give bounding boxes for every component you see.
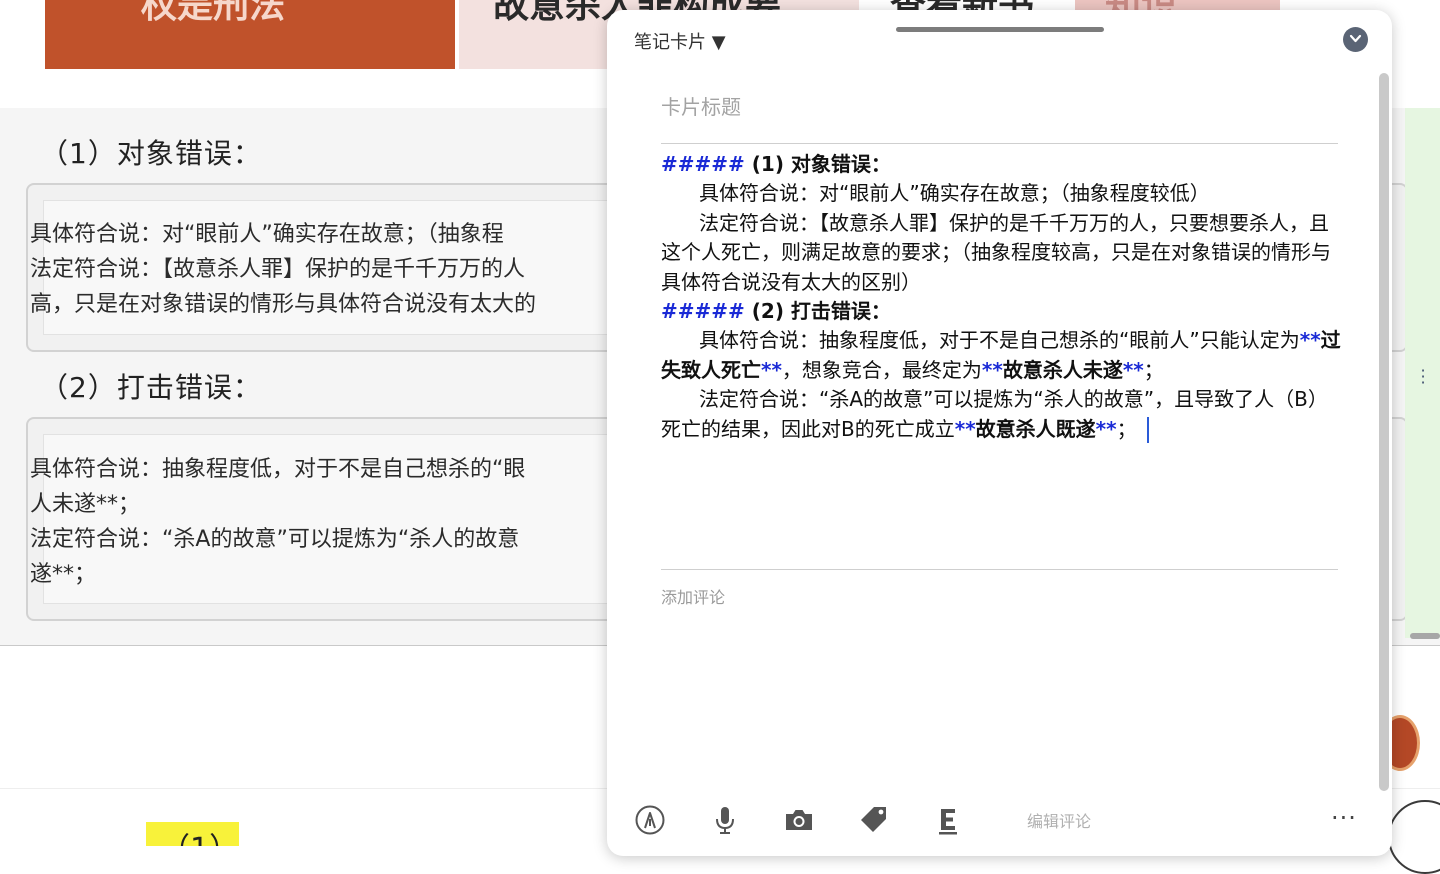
markdown-bold-marker: ** (981, 357, 1003, 382)
bold-text: 故意杀人既遂 (975, 416, 1096, 441)
side-more-icon[interactable]: · · · (1419, 363, 1427, 391)
paragraph-text: 具体符合说：对“眼前人”确实存在故意；（抽象程度较低） (699, 181, 1210, 206)
quote-line: 具体符合说：对“眼前人”确实存在故意；（抽象程 (30, 222, 504, 247)
editor-paragraph: 具体符合说：抽象程度低，对于不是自己想杀的“眼前人”只能认定为**过失致人死亡*… (661, 326, 1341, 385)
more-options-icon[interactable]: ··· (1331, 804, 1357, 832)
camera-icon[interactable] (783, 804, 815, 836)
scrollbar[interactable] (1379, 73, 1389, 791)
markdown-bold-marker: ** (761, 357, 782, 382)
pen-icon[interactable] (634, 804, 666, 836)
note-editor[interactable]: ##### (1) 对象错误： 具体符合说：对“眼前人”确实存在故意；（抽象程度… (661, 150, 1341, 444)
comment-divider (661, 569, 1338, 570)
card-title-input[interactable] (661, 92, 1337, 122)
heading-text: (2) 打击错误： (744, 299, 891, 324)
quote-line: 遂**； (30, 562, 97, 587)
seal-icon (1388, 800, 1440, 874)
markdown-heading-marker: ##### (661, 152, 745, 176)
card-type-dropdown[interactable]: 笔记卡片 ▼ (634, 28, 726, 54)
collapse-button[interactable] (1343, 27, 1368, 52)
format-e-icon[interactable] (932, 804, 964, 836)
microphone-icon[interactable] (709, 804, 741, 836)
editor-paragraph: 法定符合说：“杀A的故意”可以提炼为“杀人的故意”，且导致了人（B）死亡的结果，… (661, 385, 1341, 444)
title-divider (661, 143, 1338, 144)
editor-paragraph: 具体符合说：对“眼前人”确实存在故意；（抽象程度较低） (661, 179, 1341, 208)
edit-comment-button[interactable]: 编辑评论 (1027, 808, 1091, 832)
markdown-bold-marker: ** (1122, 357, 1144, 382)
note-card-popup: 笔记卡片 ▼ ##### (1) 对象错误： 具体符合说：对“眼前人”确实存在故… (607, 10, 1392, 856)
doc-banner-1-label: 权是刑法 (141, 0, 286, 26)
highlight-block-label: （1） (160, 824, 239, 846)
drag-handle[interactable] (896, 27, 1104, 32)
quote-line: 高，只是在对象错误的情形与具体符合说没有太大的 (30, 292, 537, 317)
section-title-object-error: （1）对象错误： (40, 137, 262, 170)
section-title-strike-error: （2）打击错误： (40, 371, 262, 404)
markdown-heading-marker: ##### (661, 299, 745, 324)
paragraph-text: ； (1143, 357, 1164, 382)
markdown-bold-marker: ** (1299, 328, 1321, 353)
tag-icon[interactable] (858, 804, 890, 836)
heading-text: (1) 对象错误： (744, 152, 891, 176)
quote-line: 人未遂**； (30, 492, 141, 517)
quote-line: 具体符合说：抽象程度低，对于不是自己想杀的“眼 (30, 457, 526, 482)
quote-line: 法定符合说：“杀A的故意”可以提炼为“杀人的故意 (30, 527, 520, 552)
paragraph-text: 法定符合说：【故意杀人罪】保护的是千千万万的人，只要想要杀人，且这个人死亡，则满… (661, 210, 1331, 294)
chevron-down-icon (1349, 34, 1362, 43)
highlight-block: （1） (146, 822, 239, 846)
bold-text: 故意杀人未遂 (1002, 357, 1123, 382)
quote-line: 法定符合说：【故意杀人罪】保护的是千千万万的人 (30, 257, 526, 282)
doc-banner-1[interactable]: 权是刑法 (45, 0, 455, 69)
editor-heading-1: ##### (1) 对象错误： (661, 150, 1341, 179)
editor-paragraph: 法定符合说：【故意杀人罪】保护的是千千万万的人，只要想要杀人，且这个人死亡，则满… (661, 209, 1341, 297)
text-caret (1146, 417, 1149, 444)
markdown-bold-marker: ** (1095, 416, 1117, 441)
paragraph-text: ； (1116, 416, 1137, 441)
comment-input[interactable] (661, 584, 1337, 610)
paragraph-text: 具体符合说：抽象程度低，对于不是自己想杀的“眼前人”只能认定为 (699, 328, 1300, 353)
markdown-bold-marker: ** (954, 416, 976, 441)
paragraph-text: ，想象竞合，最终定为 (781, 357, 982, 382)
editor-heading-2: ##### (2) 打击错误： (661, 297, 1341, 326)
resize-handle[interactable] (1410, 633, 1440, 639)
